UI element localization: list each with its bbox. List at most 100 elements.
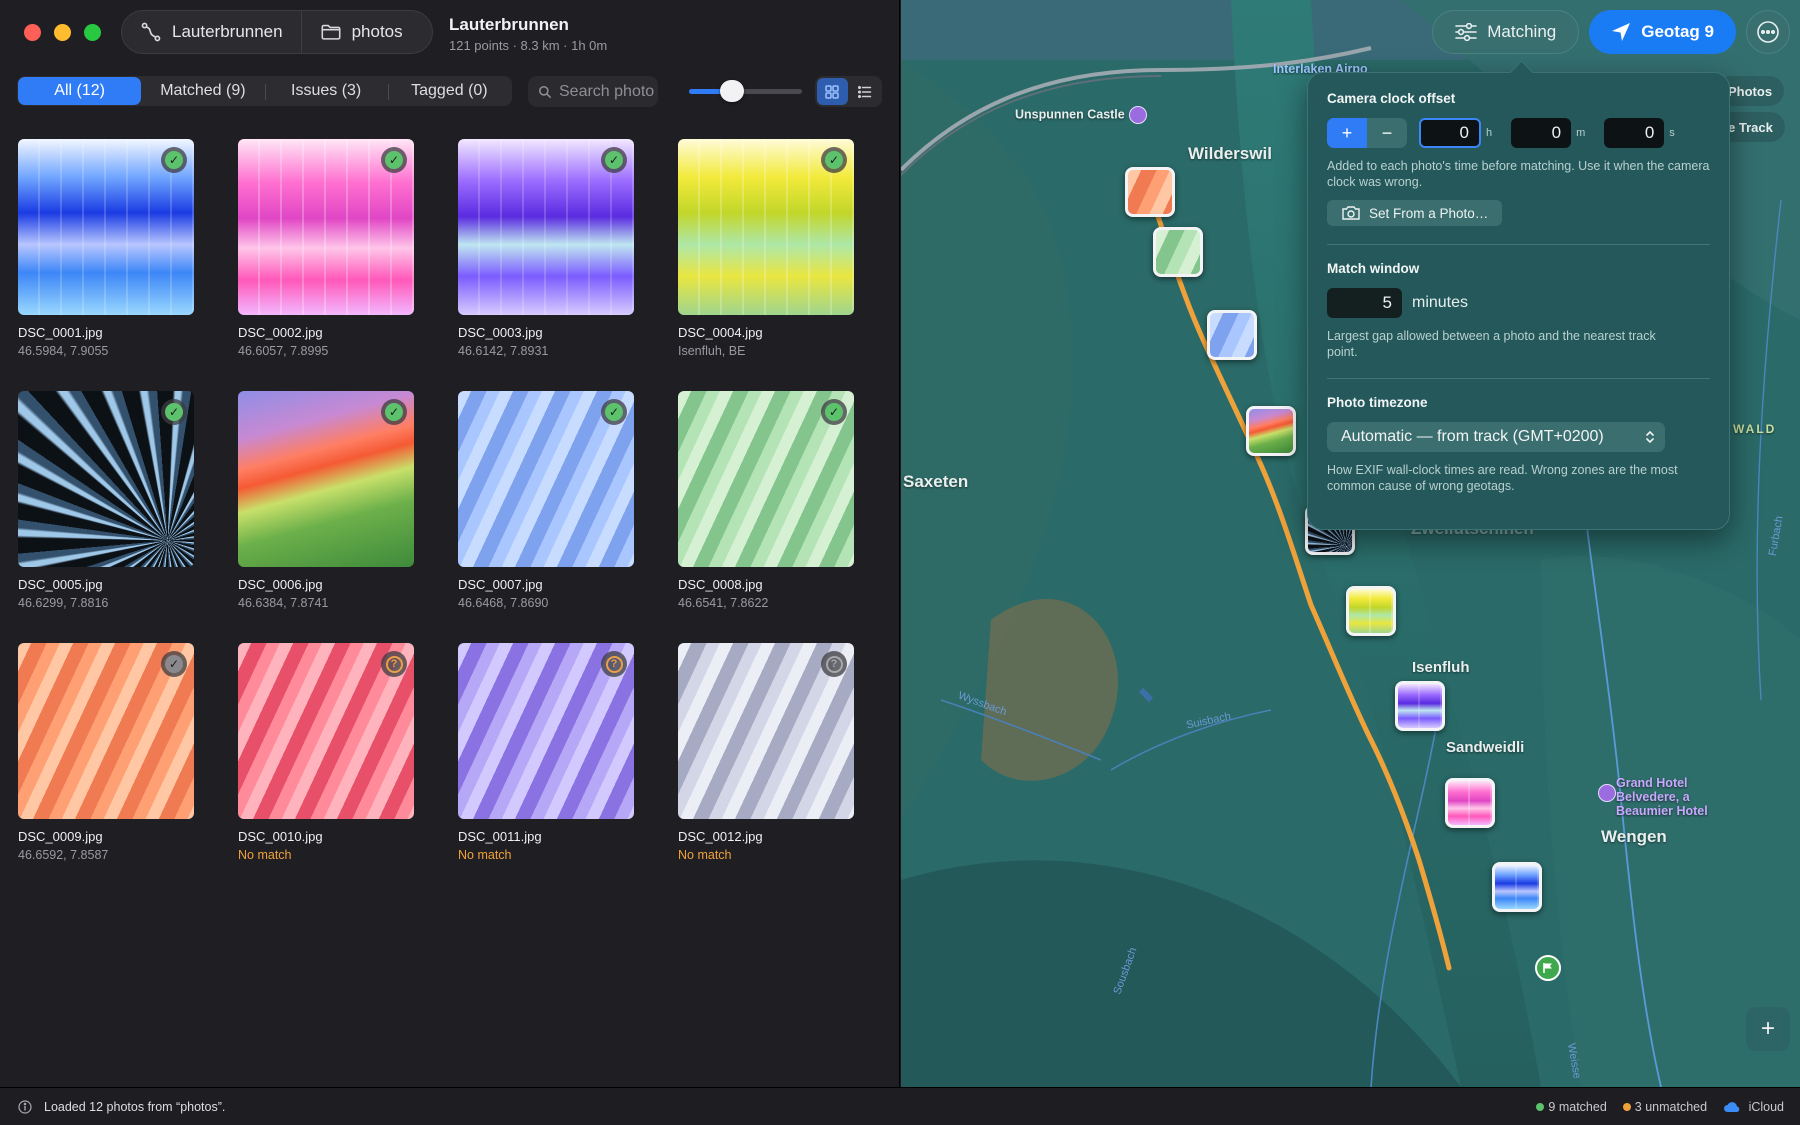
- search-input[interactable]: [559, 82, 654, 101]
- folder-source-button[interactable]: photos: [300, 10, 421, 54]
- map-label-grand-hotel[interactable]: Grand Hotel Belvedere, a Beaumier Hotel: [1598, 776, 1746, 818]
- photo-filename: DSC_0011.jpg: [458, 829, 542, 844]
- matching-popover: Camera clock offset + − 0 h 0 m 0 s Adde…: [1307, 72, 1730, 530]
- timezone-select[interactable]: Automatic — from track (GMT+0200): [1327, 422, 1665, 452]
- map-photo-pin[interactable]: [1207, 310, 1257, 360]
- photo-cell[interactable]: ✓ DSC_0006.jpg 46.6384, 7.8741: [238, 391, 414, 610]
- matched-check-icon: ✓: [821, 147, 847, 173]
- popover-divider: [1327, 378, 1710, 379]
- clock-offset-description: Added to each photo's time before matchi…: [1327, 159, 1710, 189]
- geotag-button[interactable]: Geotag 9: [1589, 10, 1736, 54]
- photo-cell[interactable]: ? DSC_0012.jpg No match: [678, 643, 854, 862]
- map-photo-pin[interactable]: [1125, 167, 1175, 217]
- matched-check-icon: ✓: [161, 651, 187, 677]
- zoom-window-button[interactable]: [84, 24, 101, 41]
- photo-location: 46.6057, 7.8995: [238, 344, 329, 358]
- photo-thumbnail[interactable]: ✓: [238, 139, 414, 315]
- filter-issues[interactable]: Issues (3): [264, 77, 388, 105]
- castle-poi-icon: [1128, 106, 1147, 124]
- offset-minus-button[interactable]: −: [1367, 118, 1407, 148]
- map-photo-pin[interactable]: [1395, 681, 1445, 731]
- photo-thumbnail[interactable]: ✓: [458, 391, 634, 567]
- photo-thumbnail[interactable]: ✓: [678, 139, 854, 315]
- offset-hours-field[interactable]: 0: [1419, 118, 1481, 148]
- filter-all[interactable]: All (12): [18, 77, 142, 105]
- list-view-button[interactable]: [850, 78, 881, 105]
- photo-cell[interactable]: ✓ DSC_0004.jpg Isenfluh, BE: [678, 139, 854, 358]
- offset-plus-button[interactable]: +: [1327, 118, 1367, 148]
- photo-cell[interactable]: ✓ DSC_0003.jpg 46.6142, 7.8931: [458, 139, 634, 358]
- photo-cell[interactable]: ✓ DSC_0002.jpg 46.6057, 7.8995: [238, 139, 414, 358]
- offset-seconds-field[interactable]: 0: [1604, 118, 1665, 148]
- search-field[interactable]: [528, 76, 658, 107]
- photo-thumbnail[interactable]: ?: [458, 643, 634, 819]
- photo-thumbnail[interactable]: ✓: [458, 139, 634, 315]
- matched-check-icon: ✓: [601, 399, 627, 425]
- more-options-button[interactable]: [1746, 10, 1790, 54]
- match-window-description: Largest gap allowed between a photo and …: [1327, 329, 1656, 359]
- filter-tagged[interactable]: Tagged (0): [387, 77, 511, 105]
- close-window-button[interactable]: [24, 24, 41, 41]
- offset-minutes-field[interactable]: 0: [1511, 118, 1572, 148]
- icloud-status[interactable]: iCloud: [1723, 1100, 1784, 1114]
- matched-check-icon: ✓: [821, 399, 847, 425]
- document-title: Lauterbrunnen: [449, 15, 569, 34]
- map-photo-pin[interactable]: [1346, 586, 1396, 636]
- thumbnail-size-slider[interactable]: [689, 80, 802, 102]
- photo-location: 46.6592, 7.8587: [18, 848, 109, 862]
- minimize-window-button[interactable]: [54, 24, 71, 41]
- photo-cell[interactable]: ? DSC_0011.jpg No match: [458, 643, 634, 862]
- photo-thumbnail[interactable]: ✓: [18, 391, 194, 567]
- map-photo-pin[interactable]: [1492, 862, 1542, 912]
- timezone-select-value: Automatic — from track (GMT+0200): [1341, 428, 1604, 445]
- track-source-button[interactable]: Lauterbrunnen: [122, 10, 301, 54]
- photo-filename: DSC_0007.jpg: [458, 577, 543, 592]
- set-from-photo-label: Set From a Photo…: [1369, 205, 1489, 221]
- source-pathbar: Lauterbrunnen photos: [121, 10, 433, 54]
- photo-cell[interactable]: ✓ DSC_0001.jpg 46.5984, 7.9055: [18, 139, 194, 358]
- photo-thumbnail[interactable]: ✓: [18, 643, 194, 819]
- filter-matched[interactable]: Matched (9): [141, 77, 264, 105]
- set-from-photo-button[interactable]: Set From a Photo…: [1327, 200, 1503, 226]
- status-bar: Loaded 12 photos from “photos”. 9 matche…: [0, 1087, 1800, 1125]
- track-end-flag-icon[interactable]: [1535, 955, 1561, 981]
- photo-thumbnail[interactable]: ?: [238, 643, 414, 819]
- matching-button[interactable]: Matching: [1432, 10, 1580, 54]
- matched-check-icon: ✓: [601, 147, 627, 173]
- photo-cell[interactable]: ✓ DSC_0009.jpg 46.6592, 7.8587: [18, 643, 194, 862]
- photo-location: No match: [238, 848, 292, 862]
- map-photo-pin[interactable]: [1153, 227, 1203, 277]
- photo-thumbnail[interactable]: ✓: [678, 391, 854, 567]
- list-icon: [857, 85, 871, 98]
- match-window-field[interactable]: 5: [1327, 288, 1402, 318]
- minutes-unit: m: [1576, 127, 1586, 139]
- issue-question-icon: ?: [821, 651, 847, 677]
- photo-thumbnail[interactable]: ✓: [238, 391, 414, 567]
- photo-cell[interactable]: ✓ DSC_0008.jpg 46.6541, 7.8622: [678, 391, 854, 610]
- grid-view-button[interactable]: [817, 78, 848, 105]
- photo-cell[interactable]: ✓ DSC_0005.jpg 46.6299, 7.8816: [18, 391, 194, 610]
- zoom-in-button[interactable]: +: [1746, 1007, 1790, 1051]
- photo-cell[interactable]: ? DSC_0010.jpg No match: [238, 643, 414, 862]
- matched-dot-icon: [1536, 1103, 1545, 1112]
- route-icon: [141, 22, 161, 42]
- issue-question-icon: ?: [381, 651, 407, 677]
- map-photo-pin[interactable]: [1246, 406, 1296, 456]
- map-label-isenfluh: Isenfluh: [1412, 659, 1470, 676]
- map-photo-pin[interactable]: [1445, 778, 1495, 828]
- matched-check-icon: ✓: [161, 147, 187, 173]
- photo-timezone-heading: Photo timezone: [1327, 395, 1428, 410]
- photo-location: 46.6142, 7.8931: [458, 344, 549, 358]
- photo-filename: DSC_0008.jpg: [678, 577, 763, 592]
- photo-thumbnail[interactable]: ✓: [18, 139, 194, 315]
- folder-icon: [321, 24, 341, 40]
- photo-thumbnail[interactable]: ?: [678, 643, 854, 819]
- map-toolbar: Matching Geotag 9: [1432, 10, 1790, 54]
- photo-browser-pane: Lauterbrunnen photos Lauterbrunnen 121 p…: [0, 0, 900, 1087]
- status-message: Loaded 12 photos from “photos”.: [44, 1099, 226, 1114]
- chevron-updown-icon: [1646, 430, 1654, 444]
- photo-cell[interactable]: ✓ DSC_0007.jpg 46.6468, 7.8690: [458, 391, 634, 610]
- slider-knob[interactable]: [719, 80, 744, 102]
- map-label-wengen: Wengen: [1601, 827, 1667, 846]
- view-mode-toggle: [815, 76, 882, 107]
